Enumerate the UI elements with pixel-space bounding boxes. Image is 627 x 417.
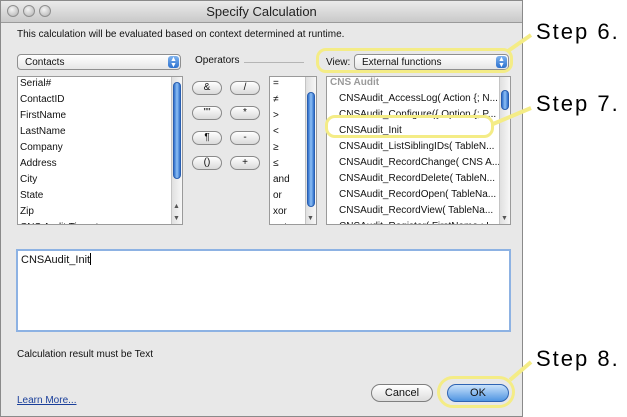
step-8-label: Step 8. — [536, 346, 620, 371]
callout-lines — [492, 33, 533, 382]
step-6-label: Step 6. — [536, 19, 620, 44]
step-7-label: Step 7. — [536, 91, 620, 116]
